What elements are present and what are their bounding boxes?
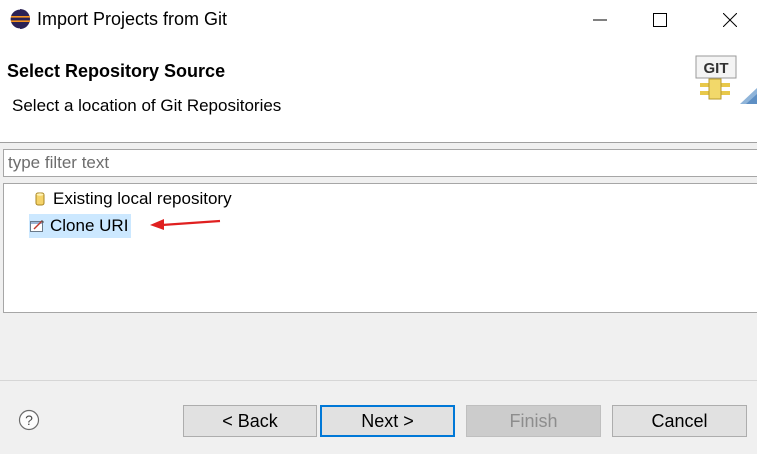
page-title: Select Repository Source: [7, 61, 226, 81]
import-wizard-window: Import Projects from Git Select Reposito…: [0, 0, 757, 454]
close-icon: [723, 13, 737, 27]
eclipse-icon: [9, 8, 30, 30]
repository-icon: [35, 192, 45, 206]
next-button[interactable]: Next >: [320, 405, 455, 437]
clone-uri-icon: [30, 220, 44, 232]
back-button[interactable]: < Back: [183, 405, 317, 437]
tree-item-clone-uri[interactable]: Clone URI: [29, 214, 132, 238]
cancel-button[interactable]: Cancel: [612, 405, 747, 437]
tree-item-existing-local-repository[interactable]: Existing local repository: [32, 187, 232, 211]
page-description: Select a location of Git Repositories: [12, 96, 282, 115]
repository-source-tree[interactable]: Existing local repository Clone URI: [3, 183, 757, 313]
tree-item-label: Existing local repository: [53, 189, 232, 208]
git-banner-icon: GIT: [695, 55, 757, 104]
title-bar[interactable]: Import Projects from Git: [0, 0, 757, 40]
wizard-header: Select Repository Source Select a locati…: [0, 40, 757, 142]
finish-button[interactable]: Finish: [466, 405, 601, 437]
red-arrow-icon: [150, 219, 221, 230]
maximize-button[interactable]: [630, 0, 690, 40]
minimize-button[interactable]: [570, 0, 630, 40]
minimize-icon: [593, 19, 607, 21]
maximize-icon: [653, 13, 667, 27]
git-banner-text: GIT: [704, 60, 729, 77]
close-button[interactable]: [700, 0, 757, 40]
window-title: Import Projects from Git: [37, 9, 228, 29]
footer-divider: [0, 380, 757, 381]
help-icon[interactable]: ?: [18, 409, 40, 431]
tree-item-label: Clone URI: [50, 216, 129, 235]
header-divider: [0, 142, 757, 143]
filter-input[interactable]: [3, 149, 757, 177]
svg-text:?: ?: [25, 412, 33, 428]
